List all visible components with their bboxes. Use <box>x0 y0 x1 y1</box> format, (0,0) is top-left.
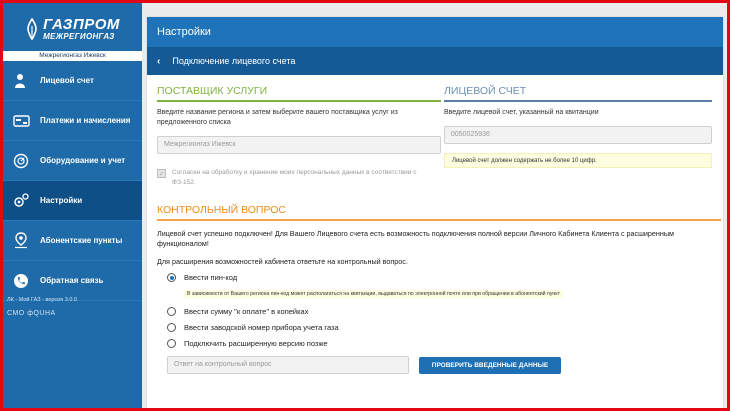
app-version: ЛК - Мой ГАЗ - версия 3.0.0 <box>7 297 77 303</box>
radio-button[interactable] <box>167 323 176 332</box>
option-label: Подключить расширенную версию позже <box>184 339 328 348</box>
nav-item-offices[interactable]: Абонентские пункты <box>3 221 142 261</box>
answer-row: Ответ на контрольный вопрос ПРОВЕРИТЬ ВВ… <box>167 356 721 374</box>
account-section: ЛИЦЕВОЙ СЧЕТ Введите лицевой счет, указа… <box>444 85 712 168</box>
success-message: Лицевой счет успешно подключен! Для Ваше… <box>157 229 674 248</box>
provider-section: ПОСТАВЩИК УСЛУГИ Введите название регион… <box>157 85 441 188</box>
provider-input[interactable]: Межрегионгаз Ижевск <box>157 136 441 154</box>
nav-label: Настройки <box>40 196 83 205</box>
map-pin-icon <box>12 232 30 250</box>
nav-item-settings[interactable]: Настройки <box>3 181 142 221</box>
user-icon <box>12 72 30 90</box>
radio-button[interactable] <box>167 339 176 348</box>
option-label: Ввести пин-код <box>184 273 238 282</box>
gazprom-logo: ГАЗПРОМ МЕЖРЕГИОНГАЗ <box>3 3 142 51</box>
consent-text: Согласен на обработку и хранение моих пе… <box>172 169 417 186</box>
check-data-button[interactable]: ПРОВЕРИТЬ ВВЕДЕННЫЕ ДАННЫЕ <box>419 356 561 374</box>
brand-name: ГАЗПРОМ <box>43 16 120 33</box>
nav-label: Абонентские пункты <box>40 236 123 245</box>
gear-icon <box>12 192 30 210</box>
brand-subname: МЕЖРЕГИОНГАЗ <box>43 32 115 41</box>
control-ask: Для расширения возможностей кабинета отв… <box>157 257 408 266</box>
nav-item-equipment[interactable]: Оборудование и учет <box>3 141 142 181</box>
option-meter-number[interactable]: Ввести заводской номер прибора учета газ… <box>167 323 721 332</box>
phone-icon <box>12 272 30 290</box>
account-note: Лицевой счет должен содержать не более 1… <box>444 153 712 168</box>
nav-label: Оборудование и учет <box>40 156 126 165</box>
radio-button[interactable] <box>167 273 176 282</box>
app-frame: ГАЗПРОМ МЕЖРЕГИОНГАЗ Межрегионгаз Ижевск… <box>0 0 730 411</box>
pin-hint: В зависимости от Вашего региона пин-код … <box>184 290 563 298</box>
sidebar: ГАЗПРОМ МЕЖРЕГИОНГАЗ Межрегионгаз Ижевск… <box>3 3 142 408</box>
provider-instruction: Введите название региона и затем выберит… <box>157 109 398 126</box>
page-title: Настройки <box>147 17 723 47</box>
nav-item-feedback[interactable]: Обратная связь <box>3 261 142 301</box>
nav-item-account[interactable]: Лицевой счет <box>3 61 142 101</box>
option-label: Ввести заводской номер прибора учета газ… <box>184 323 339 332</box>
option-pin[interactable]: Ввести пин-код <box>167 273 721 282</box>
option-later[interactable]: Подключить расширенную версию позже <box>167 339 721 348</box>
answer-input[interactable]: Ответ на контрольный вопрос <box>167 356 409 374</box>
flame-icon <box>27 18 37 40</box>
option-sum[interactable]: Ввести сумму "к оплате" в копейках <box>167 307 721 316</box>
nav-label: Обратная связь <box>40 276 104 285</box>
consent-row: ✓ Согласен на обработку и хранение моих … <box>157 168 441 188</box>
nav-label: Платежи и начисления <box>40 116 131 125</box>
meter-icon <box>12 152 30 170</box>
main-nav: Лицевой счет Платежи и начисления Оборуд… <box>3 61 142 301</box>
subheader-title: Подключение лицевого счета <box>172 56 296 66</box>
subheader: ‹ Подключение лицевого счета <box>147 47 723 75</box>
developer-logo: СМО фQUHA <box>7 310 56 317</box>
control-heading: КОНТРОЛЬНЫЙ ВОПРОС <box>157 204 721 221</box>
nav-item-payments[interactable]: Платежи и начисления <box>3 101 142 141</box>
company-name: Межрегионгаз Ижевск <box>3 51 142 61</box>
card-icon <box>12 112 30 130</box>
option-label: Ввести сумму "к оплате" в копейках <box>184 307 309 316</box>
consent-checkbox[interactable]: ✓ <box>157 169 166 178</box>
main-panel: Настройки ‹ Подключение лицевого счета П… <box>147 17 723 408</box>
account-heading: ЛИЦЕВОЙ СЧЕТ <box>444 85 712 102</box>
nav-label: Лицевой счет <box>40 76 94 85</box>
control-question-section: КОНТРОЛЬНЫЙ ВОПРОС Лицевой счет успешно … <box>157 204 721 374</box>
provider-heading: ПОСТАВЩИК УСЛУГИ <box>157 85 441 102</box>
back-button[interactable]: ‹ <box>157 56 160 67</box>
account-instruction: Введите лицевой счет, указанный на квита… <box>444 109 599 116</box>
account-input[interactable]: 0050025936 <box>444 126 712 144</box>
radio-button[interactable] <box>167 307 176 316</box>
